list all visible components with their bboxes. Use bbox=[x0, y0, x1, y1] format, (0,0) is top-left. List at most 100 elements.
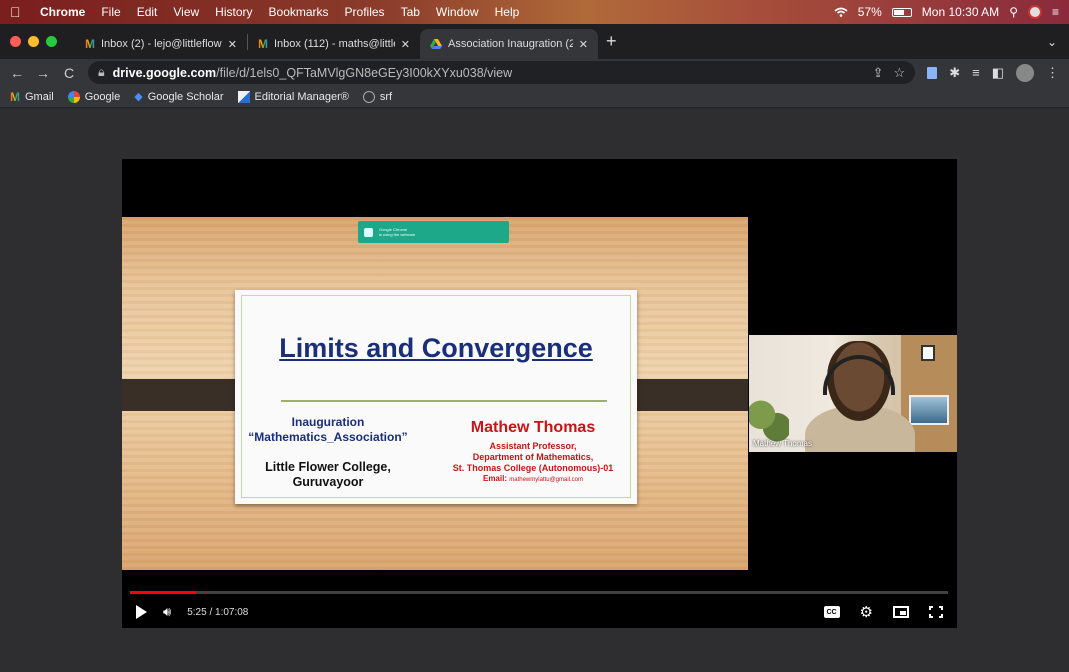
speaker-department: Department of Mathematics, bbox=[472, 452, 594, 462]
lock-icon[interactable]: 🔒︎ bbox=[98, 65, 105, 80]
video-time: 5:25 / 1:07:08 bbox=[187, 606, 249, 618]
video-progress-bar[interactable] bbox=[130, 591, 948, 594]
controls-right: CC ⚙︎ bbox=[823, 605, 943, 620]
zoom-window-button[interactable] bbox=[46, 36, 57, 47]
menubar-status-area: 57% Mon 10:30 AM ⚲ ≡ bbox=[834, 5, 1059, 19]
slide-card: Limits and Convergence Inauguration “Mat… bbox=[235, 290, 637, 504]
gear-icon[interactable]: ⚙︎ bbox=[860, 605, 873, 620]
address-bar[interactable]: 🔒︎ drive.google.com/file/d/1els0_QFTaMVl… bbox=[88, 61, 916, 84]
email-label: Email: bbox=[482, 474, 507, 483]
close-tab-icon[interactable]: ✕ bbox=[228, 38, 237, 51]
share-icon[interactable]: ⇪ bbox=[873, 65, 884, 81]
volume-icon[interactable]: 🔊︎ bbox=[163, 604, 171, 620]
webcam-notification-banner: Google Chrome is using the webcam bbox=[358, 221, 509, 243]
forward-arrow-icon[interactable]: → bbox=[36, 65, 50, 81]
gmail-icon: M bbox=[258, 37, 268, 51]
bookmark-label: Gmail bbox=[25, 90, 54, 103]
url-path: /file/d/1els0_QFTaMVlgGN8eGEy3I00kXYxu03… bbox=[216, 65, 513, 80]
speaker-name: Mathew Thomas bbox=[470, 419, 596, 436]
speaker-email: Email: mathewmylattu@gmail.com bbox=[435, 474, 631, 483]
email-address: mathewmylattu@gmail.com bbox=[509, 477, 584, 483]
profile-avatar[interactable] bbox=[1016, 63, 1034, 82]
menu-view[interactable]: View bbox=[173, 5, 199, 19]
extensions-puzzle-icon[interactable]: ✱ bbox=[949, 65, 960, 81]
divider bbox=[281, 400, 607, 402]
bookmark-gmail[interactable]: M Gmail bbox=[10, 90, 54, 104]
browser-tab-strip: M Inbox (2) - lejo@littleflowercoll ✕ M … bbox=[0, 24, 1069, 59]
bookmark-google-scholar[interactable]: ◆ Google Scholar bbox=[134, 90, 224, 104]
spotlight-search-icon[interactable]: ⚲ bbox=[1009, 5, 1018, 19]
menu-edit[interactable]: Edit bbox=[137, 5, 158, 19]
menubar-clock[interactable]: Mon 10:30 AM bbox=[922, 5, 999, 19]
drive-icon bbox=[430, 38, 442, 49]
control-center-icon[interactable]: ≡ bbox=[1052, 5, 1059, 19]
bookmark-srf[interactable]: srf bbox=[362, 90, 393, 103]
bookmark-label: srf bbox=[379, 90, 393, 103]
bookmark-editorial-manager[interactable]: Editorial Manager® bbox=[237, 90, 349, 103]
speaker-webcam-feed: Mathew Thomas bbox=[749, 335, 957, 452]
menu-help[interactable]: Help bbox=[495, 5, 520, 19]
reload-icon[interactable]: C bbox=[62, 65, 76, 81]
college-name: Little Flower College, bbox=[265, 460, 391, 474]
scholar-icon: ◆ bbox=[134, 91, 143, 103]
tab-title: Association Inaugration (2021- bbox=[448, 38, 573, 50]
webcam-name-label: Mathew Thomas bbox=[753, 439, 812, 448]
bookmark-label: Google Scholar bbox=[147, 90, 224, 103]
battery-icon[interactable] bbox=[891, 7, 912, 17]
tab-association-inaugration[interactable]: Association Inaugration (2021- ✕ bbox=[420, 29, 598, 59]
bookmark-star-icon[interactable]: ☆ bbox=[894, 65, 906, 81]
chrome-menu-icon[interactable]: ⋮ bbox=[1046, 65, 1059, 81]
back-arrow-icon[interactable]: ← bbox=[10, 65, 24, 81]
bookmark-google[interactable]: Google bbox=[67, 90, 121, 103]
bookmarks-bar: M Gmail Google ◆ Google Scholar Editoria… bbox=[0, 86, 1069, 108]
side-panel-icon[interactable]: ◧ bbox=[992, 65, 1004, 81]
minimize-window-button[interactable] bbox=[28, 36, 39, 47]
bookmark-label: Editorial Manager® bbox=[254, 90, 349, 103]
gmail-icon: M bbox=[10, 89, 20, 104]
wifi-icon[interactable] bbox=[834, 7, 848, 17]
progress-fill bbox=[130, 591, 196, 594]
user-profile-icon[interactable] bbox=[1027, 5, 1042, 19]
apple-menu-icon[interactable]:  bbox=[10, 4, 24, 20]
tab-inbox-lejo[interactable]: M Inbox (2) - lejo@littleflowercoll ✕ bbox=[75, 29, 247, 59]
speaker-role: Assistant Professor, bbox=[489, 441, 577, 451]
browser-toolbar: ← → C 🔒︎ drive.google.com/file/d/1els0_Q… bbox=[0, 59, 1069, 86]
presentation-slide: Google Chrome is using the webcam Limits… bbox=[122, 217, 748, 570]
reading-list-icon[interactable]: ≡ bbox=[972, 65, 980, 80]
menu-profiles[interactable]: Profiles bbox=[345, 5, 385, 19]
google-icon bbox=[67, 90, 80, 103]
camera-icon bbox=[364, 227, 373, 237]
macos-menu-bar:  Chrome File Edit View History Bookmark… bbox=[0, 0, 1069, 24]
close-window-button[interactable] bbox=[10, 36, 21, 47]
menu-window[interactable]: Window bbox=[436, 5, 479, 19]
decorative-bar-right bbox=[622, 379, 748, 411]
gmail-icon: M bbox=[85, 37, 95, 51]
fullscreen-icon[interactable] bbox=[929, 606, 943, 618]
editorial-icon bbox=[237, 90, 250, 103]
video-controls: 🔊︎ 5:25 / 1:07:08 CC ⚙︎ bbox=[122, 596, 957, 628]
speaker-college: St. Thomas College (Autonomous)-01 bbox=[452, 463, 614, 473]
close-tab-icon[interactable]: ✕ bbox=[579, 38, 588, 51]
college-location: Guruvayoor bbox=[292, 475, 364, 489]
tab-title: Inbox (112) - maths@littleflowe bbox=[274, 38, 395, 50]
menu-history[interactable]: History bbox=[215, 5, 252, 19]
captions-icon[interactable]: CC bbox=[823, 606, 840, 618]
play-icon[interactable] bbox=[136, 605, 147, 619]
miniplayer-icon[interactable] bbox=[893, 606, 909, 618]
window-controls bbox=[10, 36, 57, 47]
close-tab-icon[interactable]: ✕ bbox=[401, 38, 410, 51]
new-tab-button[interactable]: + bbox=[606, 31, 617, 52]
tab-search-chevron-icon[interactable]: ⌄ bbox=[1047, 35, 1057, 49]
menu-tab[interactable]: Tab bbox=[401, 5, 420, 19]
tab-inbox-maths[interactable]: M Inbox (112) - maths@littleflowe ✕ bbox=[248, 29, 420, 59]
menu-file[interactable]: File bbox=[101, 5, 120, 19]
menu-bookmarks[interactable]: Bookmarks bbox=[269, 5, 329, 19]
association-label: “Mathematics_Association” bbox=[248, 430, 408, 444]
photo-frame bbox=[921, 345, 935, 361]
globe-icon bbox=[362, 90, 375, 103]
omnibox-actions: ⇪ ☆ bbox=[873, 65, 906, 81]
wall-picture bbox=[909, 395, 949, 425]
bookmark-label: Google bbox=[84, 90, 121, 103]
docs-extension-icon[interactable] bbox=[927, 66, 938, 79]
menu-app-name[interactable]: Chrome bbox=[40, 5, 85, 19]
